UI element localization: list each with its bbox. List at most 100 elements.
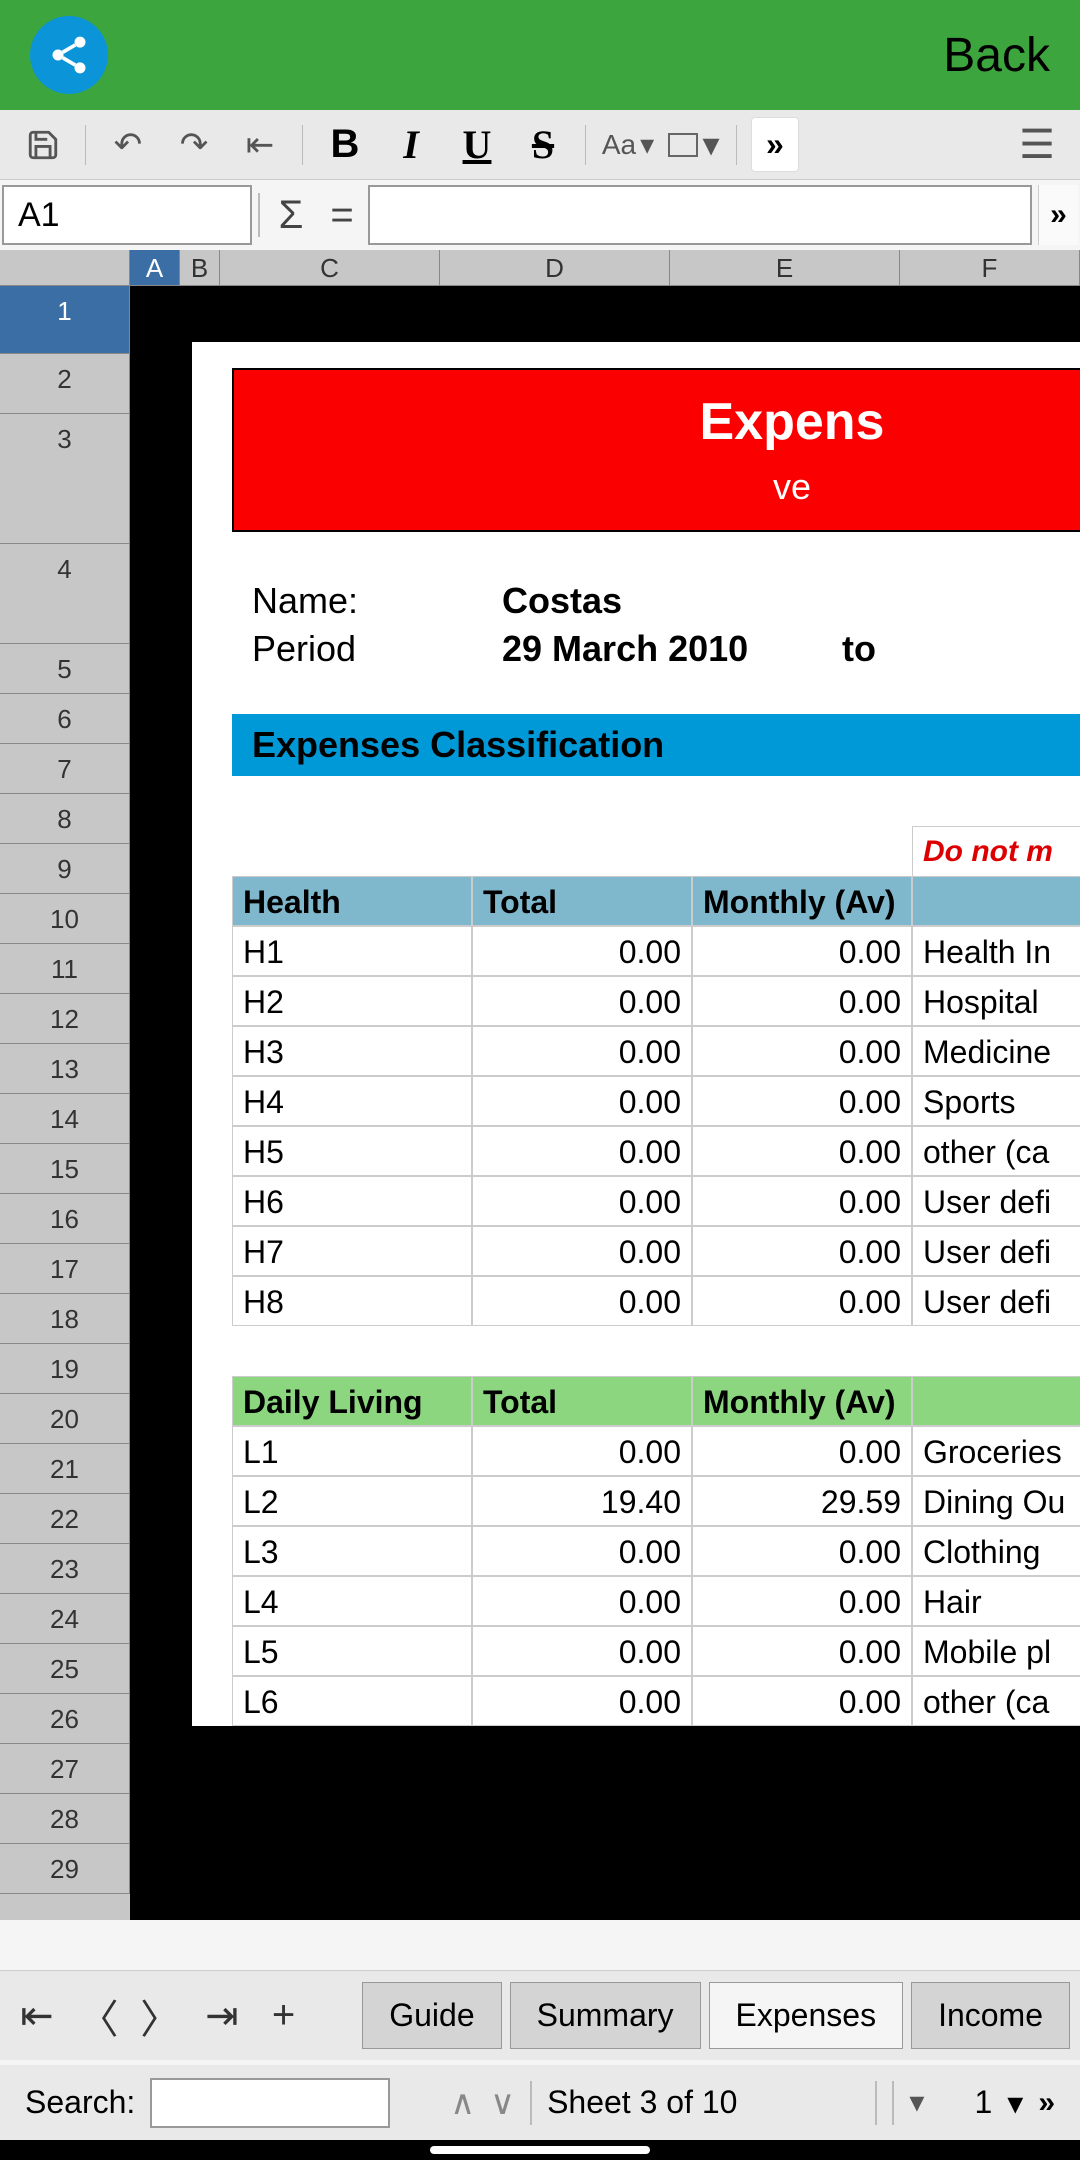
row-header-14[interactable]: 14 xyxy=(0,1094,130,1144)
save-button[interactable] xyxy=(15,117,71,173)
first-sheet-button[interactable]: ⇤ xyxy=(10,1986,64,2046)
table-row[interactable]: L50.000.00Mobile pl xyxy=(232,1626,1080,1676)
prev-sheet-button[interactable]: 〈 xyxy=(72,1986,126,2046)
row-header-17[interactable]: 17 xyxy=(0,1244,130,1294)
row-header-13[interactable]: 13 xyxy=(0,1044,130,1094)
table-row[interactable]: H80.000.00User defi xyxy=(232,1276,1080,1326)
spreadsheet-grid[interactable]: A B C D E F 1234567891011121314151617181… xyxy=(0,250,1080,1920)
cell-reference-input[interactable]: A1 xyxy=(2,185,252,245)
separator xyxy=(892,2081,894,2125)
tab-guide[interactable]: Guide xyxy=(362,1982,501,2049)
search-next-button[interactable]: ∨ xyxy=(490,2083,515,2123)
row-header-2[interactable]: 2 xyxy=(0,354,130,414)
expand-button[interactable]: » xyxy=(1038,2086,1055,2120)
cell-area[interactable]: Expens ve Name: Costas Period 29 March 2… xyxy=(130,286,1080,1920)
row-header-1[interactable]: 1 xyxy=(0,286,130,354)
add-sheet-button[interactable]: + xyxy=(257,1986,311,2046)
search-prev-button[interactable]: ∧ xyxy=(450,2083,475,2123)
row-header-11[interactable]: 11 xyxy=(0,944,130,994)
col-header-d[interactable]: D xyxy=(440,250,670,285)
rect-icon xyxy=(668,133,698,157)
cell-code: L6 xyxy=(232,1676,472,1726)
cell-code: L2 xyxy=(232,1476,472,1526)
redo-button[interactable]: ↷ xyxy=(166,117,222,173)
next-sheet-button[interactable]: 〉 xyxy=(133,1986,187,2046)
row-header-15[interactable]: 15 xyxy=(0,1144,130,1194)
row-header-28[interactable]: 28 xyxy=(0,1794,130,1844)
col-header-c[interactable]: C xyxy=(220,250,440,285)
cell-total: 19.40 xyxy=(472,1476,692,1526)
table-row[interactable]: H70.000.00User defi xyxy=(232,1226,1080,1276)
cell-desc: Hospital xyxy=(912,976,1080,1026)
table-row[interactable]: H10.000.00Health In xyxy=(232,926,1080,976)
row-header-19[interactable]: 19 xyxy=(0,1344,130,1394)
row-header-24[interactable]: 24 xyxy=(0,1594,130,1644)
row-header-9[interactable]: 9 xyxy=(0,844,130,894)
row-header-4[interactable]: 4 xyxy=(0,544,130,644)
highlight-dropdown[interactable]: ▾ xyxy=(666,117,722,173)
cell-monthly: 0.00 xyxy=(692,1526,912,1576)
bold-button[interactable]: B xyxy=(317,117,373,173)
formula-button[interactable]: = xyxy=(322,193,362,238)
tab-income[interactable]: Income xyxy=(911,1982,1070,2049)
table-row[interactable]: H50.000.00other (ca xyxy=(232,1126,1080,1176)
row-header-23[interactable]: 23 xyxy=(0,1544,130,1594)
col-header-e[interactable]: E xyxy=(670,250,900,285)
cell-desc: User defi xyxy=(912,1176,1080,1226)
row-header-29[interactable]: 29 xyxy=(0,1844,130,1894)
cell-desc: Sports xyxy=(912,1076,1080,1126)
tab-summary[interactable]: Summary xyxy=(510,1982,701,2049)
menu-button[interactable]: ☰ xyxy=(1009,117,1065,173)
share-button[interactable] xyxy=(30,16,108,94)
sum-button[interactable]: Σ xyxy=(266,193,316,238)
row-header-21[interactable]: 21 xyxy=(0,1444,130,1494)
col-header-f[interactable]: F xyxy=(900,250,1080,285)
row-header-10[interactable]: 10 xyxy=(0,894,130,944)
row-header-26[interactable]: 26 xyxy=(0,1694,130,1744)
row-header-8[interactable]: 8 xyxy=(0,794,130,844)
cell-desc: other (ca xyxy=(912,1126,1080,1176)
table-row[interactable]: L60.000.00other (ca xyxy=(232,1676,1080,1726)
warning-text: Do not m xyxy=(912,826,1080,878)
table-row[interactable]: H20.000.00Hospital xyxy=(232,976,1080,1026)
search-input[interactable] xyxy=(150,2078,390,2128)
cell-desc: Health In xyxy=(912,926,1080,976)
formula-expand-button[interactable]: » xyxy=(1038,185,1078,245)
select-all-corner[interactable] xyxy=(0,250,130,285)
last-sheet-button[interactable]: ⇥ xyxy=(195,1986,249,2046)
col-header-a[interactable]: A xyxy=(130,250,180,285)
col-header-b[interactable]: B xyxy=(180,250,220,285)
strikethrough-button[interactable]: S xyxy=(515,117,571,173)
table-row[interactable]: H60.000.00User defi xyxy=(232,1176,1080,1226)
table-row[interactable]: L10.000.00Groceries xyxy=(232,1426,1080,1476)
undo-button[interactable]: ↶ xyxy=(100,117,156,173)
table-row[interactable]: L40.000.00Hair xyxy=(232,1576,1080,1626)
row-header-25[interactable]: 25 xyxy=(0,1644,130,1694)
row-header-20[interactable]: 20 xyxy=(0,1394,130,1444)
row-header-16[interactable]: 16 xyxy=(0,1194,130,1244)
zoom-dropdown[interactable]: ▾ xyxy=(909,2085,924,2120)
cell-total: 0.00 xyxy=(472,1426,692,1476)
toolbar-expand-button[interactable]: » xyxy=(751,117,799,172)
row-header-27[interactable]: 27 xyxy=(0,1744,130,1794)
back-button[interactable]: Back xyxy=(943,28,1050,83)
decrease-indent-button[interactable]: ⇤ xyxy=(232,117,288,173)
italic-button[interactable]: I xyxy=(383,117,439,173)
zoom-down-icon[interactable]: ▾ xyxy=(1007,2084,1023,2122)
underline-button[interactable]: U xyxy=(449,117,505,173)
row-header-6[interactable]: 6 xyxy=(0,694,130,744)
row-header-18[interactable]: 18 xyxy=(0,1294,130,1344)
formula-input[interactable] xyxy=(368,185,1032,245)
table-row[interactable]: H40.000.00Sports xyxy=(232,1076,1080,1126)
row-header-7[interactable]: 7 xyxy=(0,744,130,794)
row-header-3[interactable]: 3 xyxy=(0,414,130,544)
table-row[interactable]: L219.4029.59Dining Ou xyxy=(232,1476,1080,1526)
row-header-5[interactable]: 5 xyxy=(0,644,130,694)
font-dropdown[interactable]: Aa ▾ xyxy=(600,117,656,173)
tab-expenses[interactable]: Expenses xyxy=(709,1982,904,2049)
row-header-22[interactable]: 22 xyxy=(0,1494,130,1544)
table-row[interactable]: H30.000.00Medicine xyxy=(232,1026,1080,1076)
table-row[interactable]: L30.000.00Clothing xyxy=(232,1526,1080,1576)
desc-col-header xyxy=(912,876,1080,926)
row-header-12[interactable]: 12 xyxy=(0,994,130,1044)
